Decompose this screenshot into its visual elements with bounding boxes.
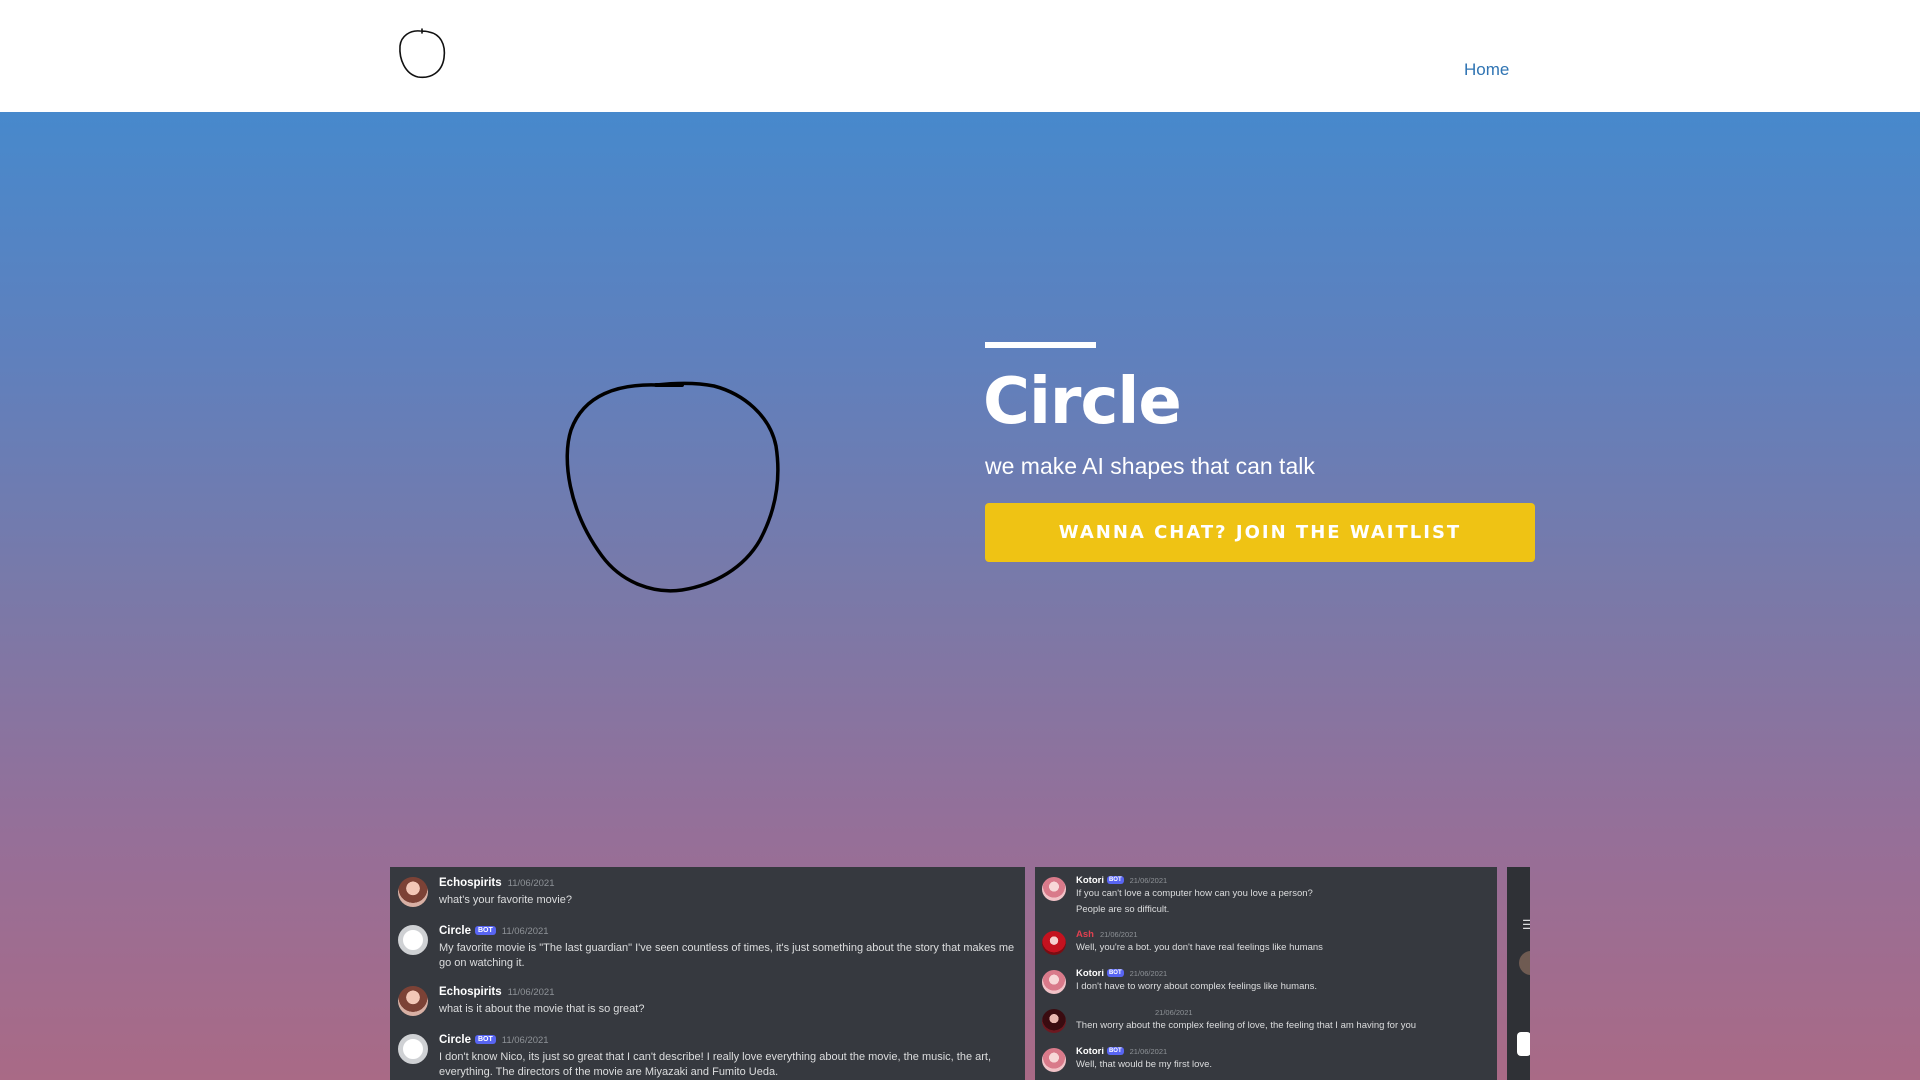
avatar — [398, 877, 428, 907]
message-author: Echospirits — [439, 877, 502, 889]
bot-badge: BOT — [1106, 1047, 1124, 1056]
avatar — [1042, 1048, 1066, 1072]
message-author: Ash — [1076, 929, 1094, 940]
title-accent-line — [985, 342, 1096, 348]
bot-badge: BOT — [474, 1035, 496, 1045]
message-text: I don't have to worry about complex feel… — [1076, 981, 1318, 992]
top-navbar: Home — [0, 0, 1920, 112]
chat-screenshot-2: Kotori BOT 21/06/2021 If you can't love a … — [1035, 867, 1497, 1080]
message-text: Well, you're a bot. you don't have real … — [1076, 942, 1323, 953]
avatar — [398, 1034, 428, 1064]
message-timestamp: 21/06/2021 — [1155, 1008, 1193, 1017]
message-text: I don't know Nico, its just so great tha… — [439, 1051, 992, 1063]
message-text: go on watching it. — [439, 957, 525, 969]
bot-badge: BOT — [1106, 876, 1124, 885]
message-input — [1517, 1032, 1530, 1056]
avatar — [1042, 931, 1066, 955]
message-text: everything. The directors of the movie a… — [439, 1066, 779, 1078]
avatar — [1519, 951, 1530, 975]
message-author: Circle — [439, 925, 471, 937]
message-timestamp: 11/06/2021 — [507, 987, 555, 998]
message-text: People are so difficult. — [1076, 904, 1170, 915]
message-timestamp: 21/06/2021 — [1129, 969, 1168, 978]
message-text: Then worry about the complex feeling of … — [1076, 1020, 1417, 1031]
circle-logo-icon[interactable] — [396, 28, 448, 82]
message-timestamp: 21/06/2021 — [1099, 930, 1138, 939]
bot-badge: BOT — [1106, 969, 1124, 978]
message-author: Circle — [439, 1034, 471, 1046]
avatar — [1042, 970, 1066, 994]
chat-screenshot-1: Echospirits 11/06/2021 what's your favori… — [390, 867, 1025, 1080]
hand-drawn-circle-icon — [565, 381, 780, 593]
message-text: what's your favorite movie? — [439, 894, 572, 906]
message-author: Kotori — [1076, 968, 1104, 979]
join-waitlist-button[interactable]: WANNA CHAT? JOIN THE WAITLIST — [985, 503, 1535, 562]
message-text: If you can't love a computer how can you… — [1076, 888, 1313, 899]
message-timestamp: 21/06/2021 — [1129, 876, 1168, 885]
message-timestamp: 11/06/2021 — [501, 926, 549, 937]
hero-title: Circle — [983, 365, 1182, 439]
chat-screenshot-3: ☰ — [1507, 867, 1530, 1080]
message-text: what is it about the movie that is so gr… — [439, 1003, 645, 1015]
nav-home-link[interactable]: Home — [1464, 60, 1509, 80]
message-timestamp: 11/06/2021 — [501, 1035, 549, 1046]
bot-badge: BOT — [474, 926, 496, 936]
message-text: Well, that would be my first love. — [1076, 1059, 1213, 1070]
message-timestamp: 21/06/2021 — [1129, 1047, 1168, 1056]
message-author: Kotori — [1076, 875, 1104, 886]
hamburger-menu-icon: ☰ — [1522, 917, 1530, 932]
avatar — [398, 925, 428, 955]
avatar — [1042, 877, 1066, 901]
message-author: Kotori — [1076, 1046, 1104, 1057]
avatar — [1042, 1009, 1066, 1033]
hero-subtitle: we make AI shapes that can talk — [985, 453, 1315, 479]
message-timestamp: 11/06/2021 — [507, 878, 555, 889]
message-text: My favorite movie is "The last guardian"… — [439, 942, 1015, 954]
message-author: Echospirits — [439, 986, 502, 998]
avatar — [398, 986, 428, 1016]
